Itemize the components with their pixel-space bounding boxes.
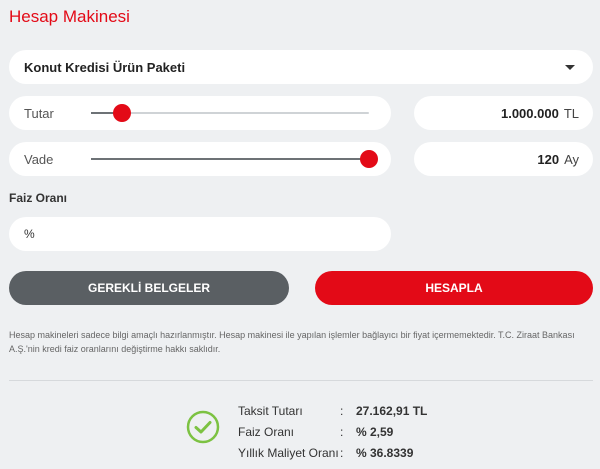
result-label: Yıllık Maliyet Oranı [238, 445, 339, 460]
result-row-interest: Faiz Oranı : % 2,59 [238, 421, 427, 442]
interest-input[interactable]: % [9, 217, 391, 251]
amount-value: 1.000.000 [500, 105, 559, 121]
result-label: Faiz Oranı [238, 424, 295, 439]
interest-input-value: % [24, 227, 35, 241]
term-label: Vade [24, 151, 54, 167]
check-circle-icon [186, 410, 220, 444]
amount-field[interactable]: 1.000.000 TL [414, 96, 593, 130]
interest-label: Faiz Oranı [9, 191, 68, 205]
amount-label: Tutar [24, 105, 54, 121]
result-value: % 2,59 [356, 424, 394, 439]
term-value: 120 [537, 151, 560, 167]
divider [9, 380, 593, 381]
term-slider-handle[interactable] [360, 150, 378, 168]
result-value: 27.162,91 TL [356, 403, 428, 418]
result-separator: : [340, 445, 344, 460]
result-value: % 36.8339 [356, 445, 414, 460]
term-field[interactable]: 120 Ay [414, 142, 593, 176]
chevron-down-icon[interactable] [565, 64, 575, 70]
term-unit: Ay [564, 151, 579, 167]
product-select-value: Konut Kredisi Ürün Paketi [24, 59, 186, 75]
amount-slider-track[interactable] [91, 112, 369, 114]
product-select[interactable]: Konut Kredisi Ürün Paketi [9, 50, 593, 84]
result-label: Taksit Tutarı [238, 403, 303, 418]
amount-slider-box: Tutar [9, 96, 391, 130]
result-separator: : [340, 403, 344, 418]
result-separator: : [340, 424, 344, 439]
disclaimer-text: Hesap makineleri sadece bilgi amaçlı haz… [9, 330, 575, 354]
result-row-installment: Taksit Tutarı : 27.162,91 TL [238, 400, 427, 421]
term-slider-track[interactable] [91, 158, 369, 160]
amount-unit: TL [563, 105, 579, 121]
results-panel: Taksit Tutarı : 27.162,91 TL Faiz Oranı … [238, 400, 427, 463]
required-documents-button[interactable]: GEREKLİ BELGELER [9, 271, 289, 305]
term-slider-box: Vade [9, 142, 391, 176]
calculate-button[interactable]: HESAPLA [315, 271, 593, 305]
page-title: Hesap Makinesi [9, 7, 130, 26]
term-slider-fill [91, 158, 369, 160]
result-row-annual-cost: Yıllık Maliyet Oranı : % 36.8339 [238, 442, 427, 463]
amount-slider-handle[interactable] [112, 104, 131, 122]
